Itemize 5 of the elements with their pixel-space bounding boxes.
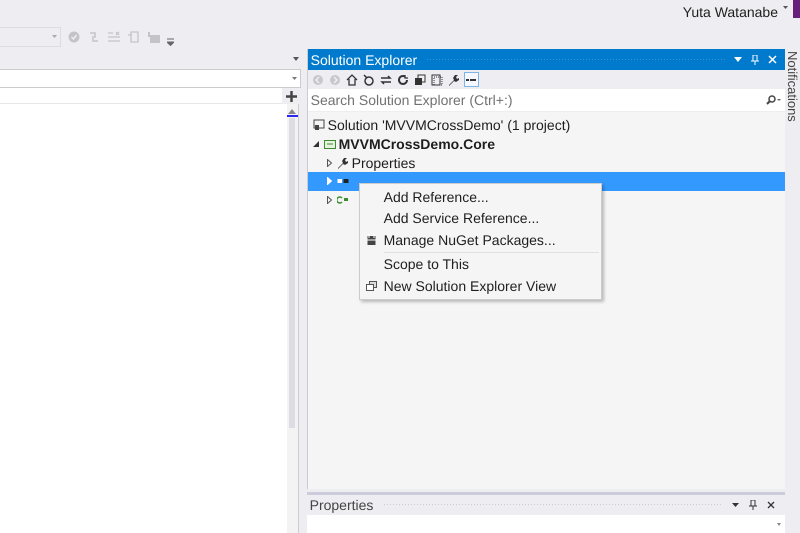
- panel-title: Properties: [310, 497, 374, 513]
- tree-item-label: Properties: [352, 154, 416, 171]
- panel-title: Solution Explorer: [310, 52, 418, 68]
- tree-item-label: MVVMCrossDemo.Core: [338, 136, 495, 152]
- tree-item-label: Solution 'MVVMCrossDemo' (1 project): [328, 117, 570, 134]
